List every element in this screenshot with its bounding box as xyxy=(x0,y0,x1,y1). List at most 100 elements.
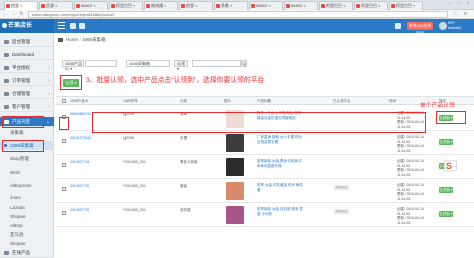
search-icon[interactable]: Q xyxy=(241,60,247,67)
breadcrumb-home[interactable]: Home xyxy=(66,37,78,42)
time-cell: 创建: 2016-05-14 11:14:52 更新: 2016-05-14 1… xyxy=(397,135,424,153)
gift-icon[interactable] xyxy=(395,23,401,29)
browser-tab[interactable]: 拾里 × xyxy=(4,1,38,10)
product-thumbnail[interactable] xyxy=(226,182,244,200)
user-menu[interactable]: EKF test4464 xyxy=(438,21,472,31)
browser-tab[interactable]: 阿里巴巴 × xyxy=(109,1,143,10)
sidebar-item-online-products[interactable]: 在线产品 xyxy=(0,248,54,258)
annotation-box-product-listing xyxy=(2,116,44,128)
browser-tab[interactable]: 货源 × xyxy=(39,1,73,10)
forward-icon[interactable]: → xyxy=(10,11,17,18)
sidebar-item-admin[interactable]: 后台管理 xyxy=(0,37,54,47)
table-row[interactable]: 4010527739 YSD1565_201 套装 夏季 女装 印花套装 时尚 … xyxy=(56,179,474,203)
browser-tab[interactable]: 5680Z × xyxy=(249,1,283,10)
browser-tab[interactable]: 5680Z × xyxy=(284,1,318,10)
browser-tab[interactable]: 阿里巴巴 × xyxy=(354,1,388,10)
claim-to-button[interactable]: 认领到 ▾ xyxy=(439,139,453,145)
sidebar-subitem-shopee[interactable]: Shopee xyxy=(0,212,54,221)
product-id-link[interactable]: 40101275161 xyxy=(70,136,91,140)
browser-tab[interactable]: 物流通 × xyxy=(144,1,178,10)
sidebar-item-customers[interactable]: 客户管理 ‹ xyxy=(0,102,54,112)
keyword-input[interactable] xyxy=(192,60,241,67)
sidebar-subitem-aliexpress[interactable]: AliExpress xyxy=(0,181,54,190)
browser-tab[interactable]: 多数 × xyxy=(214,1,248,10)
back-icon[interactable]: ← xyxy=(2,11,9,18)
product-title-link[interactable]: 夏季新款 女装 连衣裙 修身 显瘦 中长款 xyxy=(257,207,305,223)
breadcrumb-current: 1688采集箱 xyxy=(82,37,106,42)
sidebar-item-warehouse[interactable]: 仓储管理 ‹ xyxy=(0,89,54,99)
tab-favicon-icon xyxy=(251,4,255,8)
id-type-dropdown[interactable]: 1688产品ID ▾ xyxy=(62,60,84,71)
address-bar: ← → ↻ www.mangoerp.com/erp/#/erp/ali1688… xyxy=(0,10,474,19)
sidebar-item-dashboard[interactable]: Dashboard xyxy=(0,50,54,60)
notification-icon[interactable] xyxy=(70,23,76,29)
sidebar-subitem-shopee-2[interactable]: Shopee xyxy=(0,239,54,248)
product-title-link[interactable]: 夏季 女装 印花套装 时尚 两件套 xyxy=(257,183,305,199)
message-icon[interactable] xyxy=(79,23,85,29)
floating-assistant-widget[interactable]: S ⋯ xyxy=(444,160,457,171)
star-icon[interactable]: ☆ xyxy=(452,11,459,18)
product-id-link[interactable]: 4010527735 xyxy=(70,208,89,212)
browser-tab[interactable]: 阿里巴巴 × xyxy=(319,1,353,10)
app-logo[interactable]: 芒果店长 xyxy=(0,19,54,33)
row-checkbox[interactable] xyxy=(62,139,66,143)
more-icon: ⋯ xyxy=(453,164,457,169)
qq-support-button[interactable]: 联系QQ在线客服 xyxy=(407,22,433,36)
annotation-box-first-row xyxy=(92,112,426,133)
sidebar-subitem-wish[interactable]: Wish xyxy=(0,168,54,177)
sidebar-subitem-aliexp[interactable]: AliExp xyxy=(0,221,54,230)
sidebar-subitem-joom[interactable]: Joom xyxy=(0,193,54,202)
minimize-window-icon[interactable]: – xyxy=(446,0,454,6)
select-all-checkbox[interactable] xyxy=(62,99,66,103)
product-title-link[interactable]: 厂家直销 新款 女士手镯 时尚百搭金属手镯 xyxy=(257,135,305,151)
menu-toggle-icon[interactable] xyxy=(58,22,65,29)
product-thumbnail[interactable] xyxy=(226,134,244,152)
product-id-link[interactable]: 4010527739 xyxy=(70,184,89,188)
chevron-down-icon: ⌄ xyxy=(45,119,50,125)
sidebar-subitem-amazon[interactable]: 亚马逊 xyxy=(0,230,54,239)
sidebar-item-orders[interactable]: 订单管理 ‹ xyxy=(0,76,54,86)
sidebar-subitem-collect-box[interactable]: 采集箱 xyxy=(0,128,54,137)
browser-tab[interactable]: 阿里巴巴 × xyxy=(389,1,423,10)
product-thumbnail[interactable] xyxy=(226,206,244,224)
browser-tab[interactable]: 拾里 × xyxy=(179,1,213,10)
home-icon xyxy=(58,38,63,42)
product-thumbnail[interactable] xyxy=(226,158,244,176)
status-dropdown[interactable]: 认领 ▾ xyxy=(174,60,188,71)
tab-favicon-icon xyxy=(391,4,395,8)
table-row[interactable]: 40101275161 zjj2936 手镯 厂家直销 新款 女士手镯 时尚百搭… xyxy=(56,131,474,155)
id-search-input[interactable] xyxy=(85,60,117,67)
claim-to-button[interactable]: 认领到 ▾ xyxy=(439,187,453,193)
avatar xyxy=(439,22,447,30)
row-checkbox[interactable] xyxy=(62,187,66,191)
key-icon xyxy=(4,66,9,70)
browser-tab[interactable]: 5680Z × xyxy=(74,1,108,10)
sidebar-item-platform-auth[interactable]: 平台授权 ‹ xyxy=(0,63,54,73)
annotation-box-single-claim xyxy=(436,111,466,124)
close-window-icon[interactable]: × xyxy=(464,0,472,6)
table-row[interactable]: 4010527744 YSD1565_201 黑色卡其裤 夏季新款 女装 黑色卡… xyxy=(56,155,474,179)
table-row[interactable]: 4010527735 YSD1565_201 连衣裙 夏季新款 女装 连衣裙 修… xyxy=(56,203,474,227)
maximize-window-icon[interactable]: □ xyxy=(455,0,463,6)
collect-box-filter[interactable]: 1688采集箱 xyxy=(126,60,170,67)
tab-favicon-icon xyxy=(41,4,45,8)
sku-cell: zjj2936 xyxy=(123,136,135,140)
claimed-platform-badge: Shopee xyxy=(334,185,349,190)
browser-menu-icon[interactable]: ≡ xyxy=(462,11,469,18)
url-field[interactable]: www.mangoerp.com/erp/#/erp/ali1688/produ… xyxy=(28,11,448,18)
tab-favicon-icon xyxy=(76,4,80,8)
product-title-link[interactable]: 夏季新款 女装 黑色卡其裤 时尚休闲显瘦长裤 xyxy=(257,159,305,175)
chevron-left-icon: ‹ xyxy=(48,91,50,97)
chevron-left-icon: ‹ xyxy=(48,104,50,110)
row-checkbox[interactable] xyxy=(62,163,66,167)
table-header: 1688产品ID 1688货号 分类 图片 产品标题 已认领平台 时间 操作 xyxy=(56,96,474,105)
row-checkbox[interactable] xyxy=(62,211,66,215)
sidebar-subitem-ebay[interactable]: ebay管理 xyxy=(0,154,54,163)
product-id-link[interactable]: 55024860721 xyxy=(70,112,91,116)
time-cell: 创建: 2016-05-14 11:14:52 更新: 2016-05-14 1… xyxy=(397,207,424,225)
sidebar-subitem-lazada[interactable]: Lazada xyxy=(0,203,54,212)
top-header: 联系QQ在线客服 EKF test4464 xyxy=(54,19,474,36)
product-id-link[interactable]: 4010527744 xyxy=(70,160,89,164)
claim-to-button[interactable]: 认领到 ▾ xyxy=(439,211,453,217)
reload-icon[interactable]: ↻ xyxy=(18,11,25,18)
